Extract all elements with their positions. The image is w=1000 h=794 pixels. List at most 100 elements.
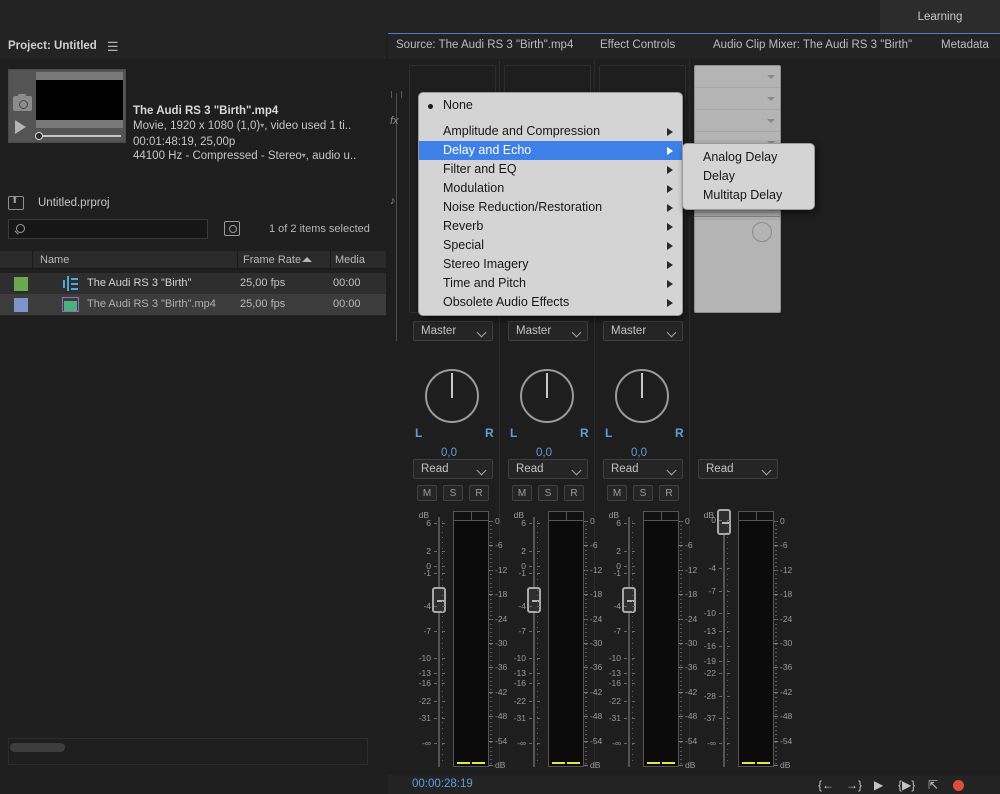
pan-value[interactable]: 0,0 <box>631 447 647 459</box>
automation-mode-select[interactable]: Read <box>603 459 683 479</box>
fader-track[interactable] <box>438 517 440 767</box>
column-header-frame-rate[interactable]: Frame Rate <box>243 254 301 266</box>
menu-item-delay-and-echo[interactable]: Delay and Echo <box>419 141 682 160</box>
output-assignment-select[interactable]: Master <box>508 321 588 341</box>
effect-slot[interactable] <box>695 66 780 88</box>
table-row[interactable]: The Audi RS 3 "Birth" 25,00 fps 00:00 <box>0 273 386 294</box>
send-level-knob[interactable] <box>752 222 772 242</box>
go-to-in-icon[interactable]: {← <box>818 778 834 792</box>
fader-track[interactable] <box>723 517 725 767</box>
delay-and-echo-submenu[interactable]: Analog Delay Delay Multitap Delay <box>682 143 815 210</box>
automation-mode-select[interactable]: Read <box>508 459 588 479</box>
fader-minor-tick <box>727 552 728 554</box>
go-to-out-icon[interactable]: →} <box>846 778 862 792</box>
effect-category-menu[interactable]: None Amplitude and Compression Delay and… <box>418 92 683 316</box>
fader-minor-tick <box>537 637 538 639</box>
mute-button[interactable]: M <box>417 485 437 501</box>
fader-handle[interactable] <box>527 587 541 613</box>
effect-slot[interactable] <box>695 110 780 132</box>
fader-scale-label: -∞ <box>612 738 621 749</box>
solo-button[interactable]: S <box>633 485 653 501</box>
preview-scrub-track[interactable] <box>38 135 121 137</box>
meter-clip-indicator[interactable] <box>644 512 678 521</box>
record-arm-button[interactable]: R <box>659 485 679 501</box>
menu-item-stereo-imagery[interactable]: Stereo Imagery <box>419 255 682 274</box>
effect-slot[interactable] <box>695 88 780 110</box>
tab-source-monitor[interactable]: Source: The Audi RS 3 "Birth".mp4 <box>396 39 573 51</box>
meter-clip-indicator[interactable] <box>454 512 488 521</box>
chevron-down-icon[interactable]: ▾ <box>302 149 306 164</box>
fader-track[interactable] <box>628 517 630 767</box>
menu-item-obsolete-audio-effects[interactable]: Obsolete Audio Effects <box>419 293 682 312</box>
pan-knob[interactable] <box>425 369 479 423</box>
column-divider[interactable] <box>32 251 33 269</box>
fader-scale-tick <box>624 658 627 660</box>
clip-preview-thumbnail[interactable] <box>8 69 126 143</box>
menu-item-modulation[interactable]: Modulation <box>419 179 682 198</box>
menu-item-special[interactable]: Special <box>419 236 682 255</box>
hamburger-icon[interactable]: ☰ <box>107 40 119 53</box>
fader-handle[interactable] <box>717 509 731 535</box>
submenu-item-multitap-delay[interactable]: Multitap Delay <box>683 186 814 205</box>
menu-item-filter-and-eq[interactable]: Filter and EQ <box>419 160 682 179</box>
automation-mode-select[interactable]: Read <box>698 459 778 479</box>
pan-knob[interactable] <box>520 369 574 423</box>
pan-value[interactable]: 0,0 <box>441 447 457 459</box>
solo-button[interactable]: S <box>443 485 463 501</box>
chevron-down-icon[interactable]: ▾ <box>260 119 264 134</box>
column-divider[interactable] <box>330 251 331 269</box>
chevron-right-icon <box>667 223 673 231</box>
menu-item-amplitude-and-compression[interactable]: Amplitude and Compression <box>419 122 682 141</box>
search-input[interactable] <box>8 219 208 239</box>
camera-icon[interactable] <box>13 93 32 111</box>
preview-scrub-handle[interactable] <box>35 132 43 140</box>
pan-knob[interactable] <box>615 369 669 423</box>
record-arm-button[interactable]: R <box>564 485 584 501</box>
output-assignment-select[interactable]: Master <box>603 321 683 341</box>
fader-track[interactable] <box>533 517 535 767</box>
export-frame-icon[interactable]: ⇱ <box>928 778 938 792</box>
column-header-media[interactable]: Media <box>335 254 365 266</box>
fader-handle[interactable] <box>432 587 446 613</box>
meter-minor-tick <box>490 623 492 625</box>
mute-button[interactable]: M <box>607 485 627 501</box>
fader-minor-tick <box>442 547 443 549</box>
meter-clip-indicator[interactable] <box>549 512 583 521</box>
sort-ascending-icon <box>302 257 312 262</box>
tab-learning[interactable]: Learning <box>880 0 1000 33</box>
timecode-display[interactable]: 00:00:28:19 <box>412 778 473 790</box>
output-assignment-select[interactable]: Master <box>413 321 493 341</box>
meter-minor-tick <box>490 685 492 686</box>
menu-item-none[interactable]: None <box>419 96 682 115</box>
menu-item-time-and-pitch[interactable]: Time and Pitch <box>419 274 682 293</box>
project-root-item[interactable]: Untitled.prproj <box>8 193 110 213</box>
record-arm-button[interactable]: R <box>469 485 489 501</box>
mute-button[interactable]: M <box>512 485 532 501</box>
tab-audio-clip-mixer[interactable]: Audio Clip Mixer: The Audi RS 3 "Birth" <box>713 39 912 51</box>
play-icon[interactable] <box>15 120 26 134</box>
find-button[interactable] <box>224 221 240 236</box>
play-in-to-out-icon[interactable]: {▶} <box>898 778 915 792</box>
tab-metadata[interactable]: Metadata <box>941 39 989 51</box>
play-icon[interactable]: ▶ <box>874 778 883 792</box>
meter-scale-label: -6 <box>685 540 693 551</box>
menu-item-reverb[interactable]: Reverb <box>419 217 682 236</box>
solo-button[interactable]: S <box>538 485 558 501</box>
meter-minor-tick <box>775 607 777 609</box>
project-panel-title: Project: Untitled <box>8 40 97 52</box>
submenu-item-delay[interactable]: Delay <box>683 167 814 186</box>
tab-effect-controls[interactable]: Effect Controls <box>600 39 675 51</box>
meter-clip-indicator[interactable] <box>739 512 773 521</box>
automation-mode-select[interactable]: Read <box>413 459 493 479</box>
column-header-name[interactable]: Name <box>40 254 69 266</box>
submenu-item-analog-delay[interactable]: Analog Delay <box>683 148 814 167</box>
record-icon[interactable] <box>953 780 964 791</box>
horizontal-scrollbar-thumb[interactable] <box>10 743 65 752</box>
menu-item-noise-reduction-restoration[interactable]: Noise Reduction/Restoration <box>419 198 682 217</box>
meter-minor-tick <box>585 750 587 752</box>
pan-value[interactable]: 0,0 <box>536 447 552 459</box>
table-row[interactable]: The Audi RS 3 "Birth".mp4 25,00 fps 00:0… <box>0 294 386 315</box>
column-divider[interactable] <box>237 251 238 269</box>
fader-minor-tick <box>727 589 728 591</box>
fader-handle[interactable] <box>622 587 636 613</box>
